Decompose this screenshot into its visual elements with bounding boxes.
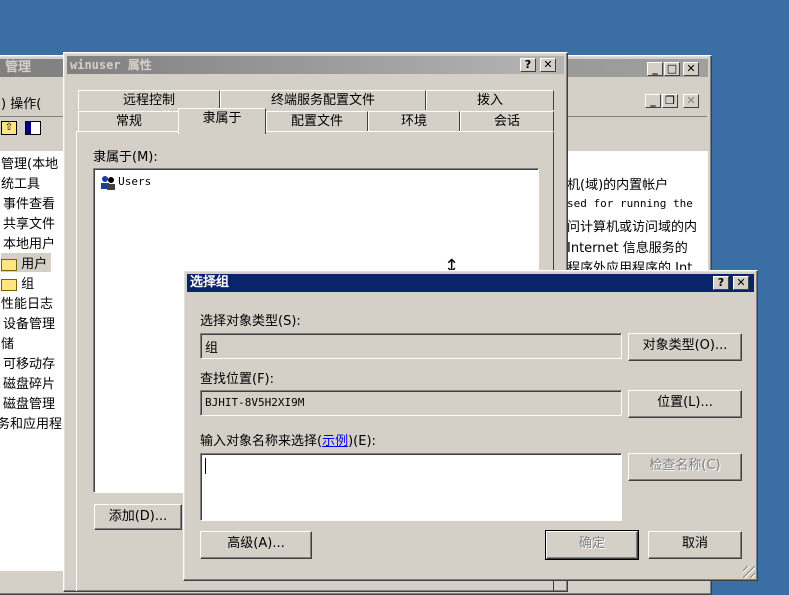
help-button[interactable]: ? <box>520 58 536 72</box>
tab-sessions[interactable]: 会话 <box>460 111 554 131</box>
group-list-item[interactable]: Users <box>100 174 151 190</box>
tab-profile[interactable]: 配置文件 <box>266 111 368 131</box>
mmc-maximize-button[interactable]: □ <box>664 62 680 76</box>
help-button[interactable]: ? <box>713 276 729 290</box>
folder-icon <box>1 258 17 271</box>
tree-item-users[interactable]: 用户 <box>1 253 52 272</box>
tab-dial-in[interactable]: 拨入 <box>426 90 554 110</box>
select-groups-titlebar: 选择组 <box>187 274 754 292</box>
object-type-label: 选择对象类型(S): <box>200 314 301 329</box>
tree-item[interactable]: 磁盘碎片 <box>3 373 55 392</box>
location-field: BJHIT-8V5H2XI9M <box>200 390 622 416</box>
locations-button[interactable]: 位置(L)... <box>628 390 742 418</box>
ok-button[interactable]: 确定 <box>545 530 639 560</box>
mmc-minimize-button[interactable]: _ <box>647 62 663 76</box>
object-names-label: 输入对象名称来选择(示例)(E): <box>200 434 376 449</box>
object-type-field: 组 <box>200 333 622 359</box>
up-folder-icon[interactable]: ⇧ <box>1 121 17 135</box>
tree-item[interactable]: 管理(本地 <box>1 153 58 172</box>
menu-item-action[interactable]: ) 操作( <box>1 93 41 112</box>
properties-title: winuser 属性 <box>70 58 152 72</box>
description-cell: sed for running the <box>567 197 693 210</box>
mmc-close-button[interactable]: ✕ <box>683 62 699 76</box>
location-label: 查找位置(F): <box>200 372 275 387</box>
tree-item[interactable]: 本地用户 <box>3 233 55 252</box>
tab-environment[interactable]: 环境 <box>368 111 460 131</box>
tree-item[interactable]: 性能日志 <box>1 293 53 312</box>
close-button[interactable]: ✕ <box>540 58 556 72</box>
description-cell: 机(域)的内置帐户 <box>567 178 669 193</box>
child-minimize-button[interactable]: _ <box>645 94 661 108</box>
text-caret <box>205 458 206 474</box>
tree-item[interactable]: 设备管理 <box>3 313 55 332</box>
tab-terminal-services-profile[interactable]: 终端服务配置文件 <box>220 90 426 110</box>
object-names-input[interactable] <box>200 453 622 521</box>
tab-remote-control[interactable]: 远程控制 <box>78 90 220 110</box>
tree-item[interactable]: 统工具 <box>1 173 40 192</box>
close-button[interactable]: ✕ <box>733 276 749 290</box>
description-cell: 问计算机或访问域的内 <box>567 220 698 235</box>
tree-item[interactable]: 务和应用程 <box>0 413 62 432</box>
show-hide-tree-icon[interactable] <box>25 121 41 135</box>
mmc-title: 管理 <box>5 60 32 75</box>
examples-link[interactable]: 示例 <box>322 434 348 449</box>
tree-item[interactable]: 共享文件 <box>3 213 55 232</box>
description-cell: Internet 信息服务的 <box>567 241 688 256</box>
child-close-button[interactable]: ✕ <box>683 94 699 108</box>
tree-item-groups[interactable]: 组 <box>1 273 34 292</box>
folder-icon <box>1 278 17 291</box>
mmc-tree-pane: 管理(本地 统工具 事件查看 共享文件 本地用户 用户 组 性能日志 设备管理 … <box>0 151 72 571</box>
tree-item[interactable]: 可移动存 <box>3 353 55 372</box>
properties-titlebar: winuser 属性 <box>67 56 564 74</box>
users-group-icon <box>100 175 115 190</box>
check-names-button[interactable]: 检查名称(C) <box>628 453 742 481</box>
member-of-label: 隶属于(M): <box>93 150 158 165</box>
tree-item[interactable]: 磁盘管理 <box>3 393 55 412</box>
resize-grip-icon[interactable] <box>743 566 755 578</box>
tree-item[interactable]: 事件查看 <box>3 193 55 212</box>
cancel-button[interactable]: 取消 <box>648 531 742 559</box>
child-restore-button[interactable]: ❐ <box>662 94 678 108</box>
object-types-button[interactable]: 对象类型(O)... <box>628 333 742 361</box>
select-groups-dialog: 选择组 ? ✕ 选择对象类型(S): 组 对象类型(O)... 查找位置(F):… <box>183 270 758 581</box>
advanced-button[interactable]: 高级(A)... <box>200 531 312 559</box>
select-groups-title: 选择组 <box>190 275 230 290</box>
tab-general[interactable]: 常规 <box>78 111 180 131</box>
tab-member-of[interactable]: 隶属于 <box>178 108 266 134</box>
add-button[interactable]: 添加(D)... <box>94 504 182 530</box>
tree-item[interactable]: 储 <box>1 333 14 352</box>
